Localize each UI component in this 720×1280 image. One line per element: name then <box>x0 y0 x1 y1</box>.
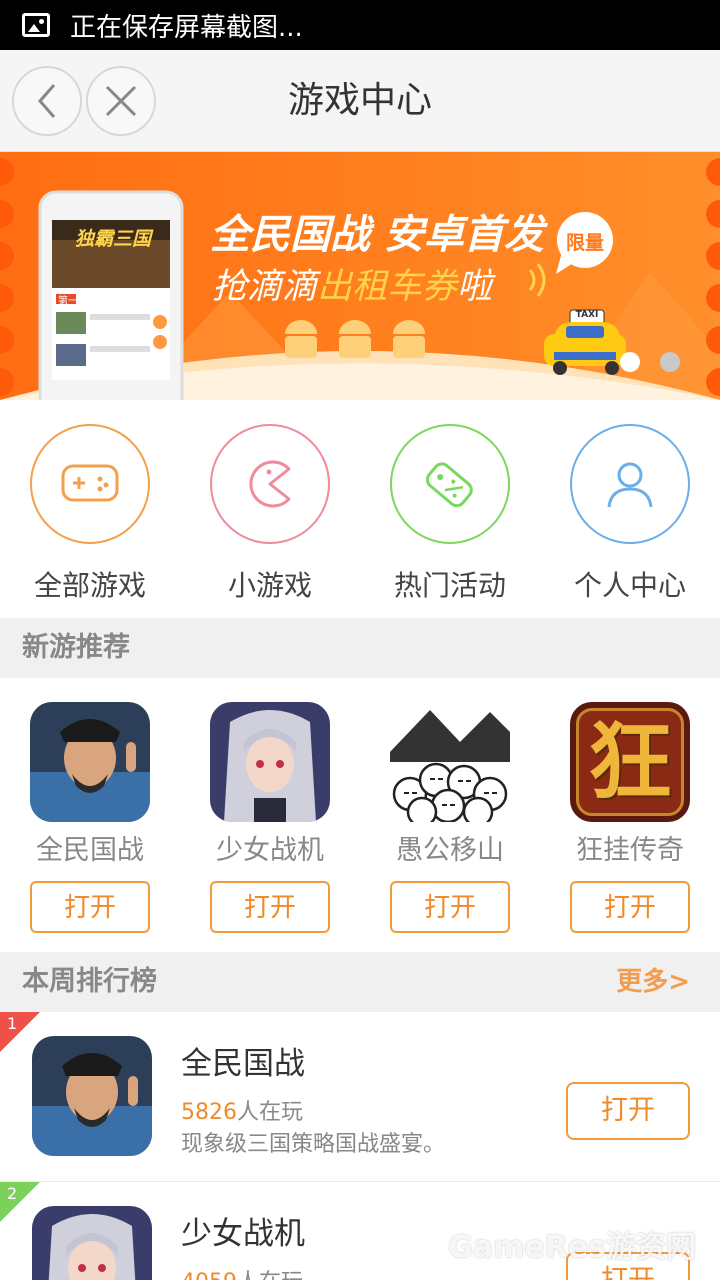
category-personal-center[interactable]: 个人中心 <box>540 424 720 604</box>
promo-banner[interactable]: 独霸三国 第一 全民国战 安卓首发 抢滴滴出租车券啦 限量 TAXI <box>0 152 720 400</box>
rank-row[interactable]: 1 全民国战 5826人在玩 现象级三国策略国战盛宴。 打开 <box>0 1012 720 1182</box>
game-name: 全民国战 <box>36 835 144 866</box>
status-bar: 正在保存屏幕截图... <box>0 0 720 50</box>
category-label: 个人中心 <box>573 569 686 602</box>
open-button[interactable]: 打开 <box>566 1082 690 1140</box>
player-count-suffix: 人在玩 <box>237 1270 303 1280</box>
close-icon <box>105 85 137 117</box>
game-card[interactable]: 狂 狂挂传奇 打开 <box>540 702 720 933</box>
player-count: 4059人在玩 <box>181 1264 303 1280</box>
game-icon-kuangguachuanqi[interactable]: 狂 <box>570 702 690 822</box>
player-count: 5826人在玩 <box>181 1094 303 1126</box>
banner-headline: 全民国战 安卓首发 <box>210 212 544 258</box>
category-label: 小游戏 <box>227 569 312 602</box>
game-name: 全民国战 <box>181 1046 305 1082</box>
game-card[interactable]: 愚公移山 打开 <box>360 702 540 933</box>
close-button[interactable] <box>86 66 156 136</box>
new-games-list: 全民国战 打开 少女战机 打开 愚公移山 打开 狂 狂挂传奇 打开 <box>0 678 720 952</box>
game-icon-shaonvzhanji[interactable] <box>32 1206 152 1280</box>
player-count-number: 5826 <box>181 1100 237 1125</box>
gamepad-icon <box>61 464 119 502</box>
open-button[interactable]: 打开 <box>570 881 690 933</box>
category-mini-games[interactable]: 小游戏 <box>180 424 360 604</box>
category-nav: 全部游戏 小游戏 热门活动 个人中心 <box>0 400 720 618</box>
game-icon-quanminguozhan[interactable] <box>30 702 150 822</box>
game-card[interactable]: 少女战机 打开 <box>180 702 360 933</box>
banner-subline: 抢滴滴出租车券啦 <box>212 258 492 309</box>
game-description: 现象级三国策略国战盛宴。 <box>181 1132 446 1157</box>
weekly-rank-header: 本周排行榜 更多> <box>0 952 720 1012</box>
chevron-left-icon <box>38 84 56 118</box>
watermark: GameRes游资网 <box>448 1230 696 1265</box>
player-count-suffix: 人在玩 <box>237 1100 304 1125</box>
banner-subline-highlight: 出租车券 <box>317 267 458 307</box>
category-ring <box>570 424 690 544</box>
carousel-dot-1[interactable] <box>620 352 640 372</box>
open-button[interactable]: 打开 <box>210 881 330 933</box>
coupon-tag-icon <box>425 462 473 508</box>
open-button[interactable]: 打开 <box>390 881 510 933</box>
game-icon-yugongyishan[interactable] <box>390 702 510 822</box>
category-ring <box>390 424 510 544</box>
game-name: 愚公移山 <box>396 835 504 866</box>
pacman-icon <box>249 460 291 508</box>
carousel-dot-2[interactable] <box>660 352 680 372</box>
new-games-header: 新游推荐 <box>0 618 720 678</box>
category-all-games[interactable]: 全部游戏 <box>0 424 180 604</box>
game-icon-char: 狂 <box>587 713 672 811</box>
game-card[interactable]: 全民国战 打开 <box>0 702 180 933</box>
screenshot-icon <box>22 13 50 37</box>
section-title: 本周排行榜 <box>22 966 157 997</box>
game-icon-quanminguozhan[interactable] <box>32 1036 152 1156</box>
title-bar: 游戏中心 <box>0 50 720 152</box>
rank-number: 1 <box>7 1014 18 1033</box>
phone-game-tag: 第一 <box>58 296 78 307</box>
banner-subline-suffix: 啦 <box>457 267 493 307</box>
banner-subline-prefix: 抢滴滴 <box>212 267 318 307</box>
game-icon-shaonvzhanji[interactable] <box>210 702 330 822</box>
back-button[interactable] <box>12 66 82 136</box>
phone-game-title: 独霸三国 <box>74 228 151 250</box>
category-hot-events[interactable]: 热门活动 <box>360 424 540 604</box>
category-ring <box>30 424 150 544</box>
section-title: 新游推荐 <box>22 632 130 663</box>
game-name: 狂挂传奇 <box>576 835 684 866</box>
category-ring <box>210 424 330 544</box>
user-icon <box>607 462 653 508</box>
game-name: 少女战机 <box>216 835 324 866</box>
category-label: 热门活动 <box>393 569 506 602</box>
taxi-sign: TAXI <box>575 310 599 320</box>
status-text: 正在保存屏幕截图... <box>70 12 303 43</box>
player-count-number: 4059 <box>181 1270 237 1280</box>
open-button[interactable]: 打开 <box>30 881 150 933</box>
more-link[interactable]: 更多> <box>616 952 690 1012</box>
game-name: 少女战机 <box>181 1216 305 1252</box>
rank-number: 2 <box>7 1184 18 1203</box>
category-label: 全部游戏 <box>33 569 146 602</box>
banner-badge: 限量 <box>565 232 604 254</box>
